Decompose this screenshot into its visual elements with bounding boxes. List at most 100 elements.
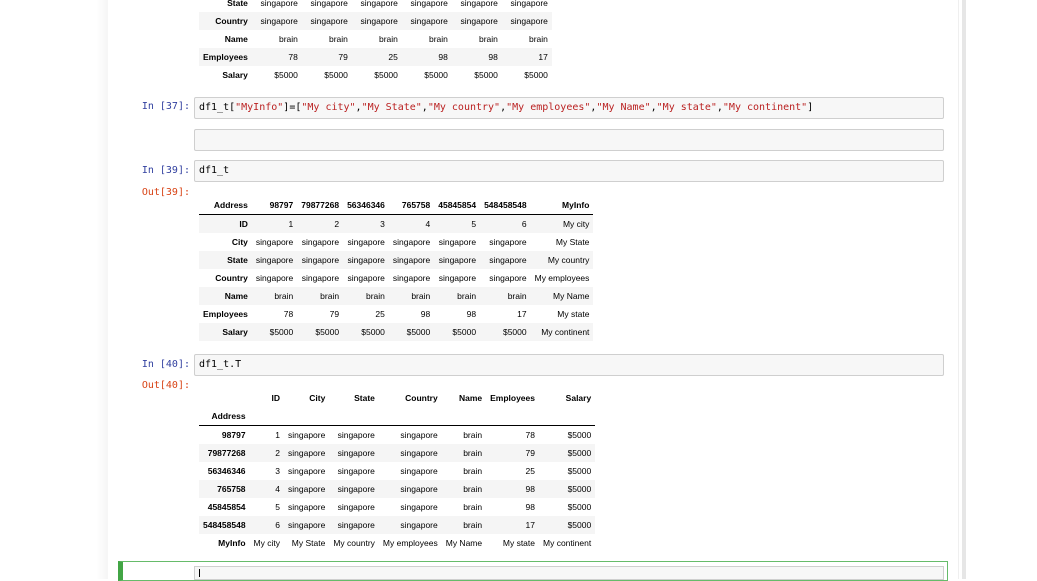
row-label: City: [231, 237, 248, 247]
table-cell: singapore: [255, 273, 294, 283]
table-cell: singapore: [284, 480, 330, 498]
table-cell: 6: [249, 516, 284, 534]
code-input-new[interactable]: [194, 566, 944, 580]
table-cell: $5000: [539, 444, 596, 462]
table-cell: 25: [351, 48, 402, 66]
row-label: 765758: [199, 480, 250, 498]
table-cell: 3: [275, 466, 280, 476]
column-header: Address: [199, 196, 252, 215]
table-cell: brain: [463, 502, 483, 512]
table-cell: singapore: [400, 430, 438, 440]
table-cell: My state: [502, 538, 535, 548]
table-cell: $5000: [297, 323, 344, 341]
table-cell: brain: [441, 480, 487, 498]
table-row: Country singapore singapore singapore singap…: [199, 12, 552, 30]
code-input-empty[interactable]: [194, 129, 944, 151]
table-cell: $5000: [251, 323, 298, 341]
table-cell: 17: [517, 309, 527, 319]
table-cell: singapore: [510, 0, 548, 8]
table-cell: singapore: [251, 251, 298, 269]
empty-header: [249, 407, 284, 426]
table-cell: brain: [343, 287, 389, 305]
table-cell: singapore: [337, 466, 375, 476]
table-cell: brain: [463, 466, 483, 476]
table-cell: $5000: [374, 70, 398, 80]
table-cell: brain: [528, 34, 548, 44]
table-cell: 78: [525, 430, 535, 440]
empty-header: [486, 407, 539, 426]
table-cell: singapore: [438, 237, 477, 247]
table-cell: singapore: [392, 237, 431, 247]
code-token: ]: [807, 102, 814, 113]
row-label: Salary: [199, 323, 252, 341]
table-cell: singapore: [329, 444, 379, 462]
table-cell: 4: [249, 480, 284, 498]
table-cell: 98: [401, 48, 452, 66]
column-header: 98797: [251, 196, 298, 215]
table-cell: My country: [333, 538, 375, 548]
code-string: "My employees": [506, 102, 591, 113]
column-header: 765758: [388, 196, 435, 215]
table-cell: singapore: [337, 430, 375, 440]
table-cell: brain: [480, 287, 531, 305]
index-name: Address: [199, 407, 250, 426]
table-cell: singapore: [410, 0, 448, 8]
table-cell: $5000: [474, 70, 498, 80]
row-label: Country: [199, 12, 252, 30]
table-cell: 4: [388, 214, 435, 233]
table-cell: singapore: [451, 12, 502, 30]
table-cell: 6: [480, 214, 531, 233]
table-row: 45845854 5 singapore singapore singapore brai…: [199, 498, 595, 516]
row-label: Name: [224, 34, 248, 44]
column-header: Country: [405, 393, 438, 403]
column-header: 548458548: [480, 196, 531, 215]
table-cell: 17: [486, 516, 539, 534]
code-list: "My city","My State","My country","My em…: [301, 102, 807, 113]
row-label: 98797: [221, 430, 246, 440]
column-header: State: [354, 393, 375, 403]
output-prompt-40: Out[40]:: [141, 380, 190, 391]
notebook-scrollbar[interactable]: [962, 0, 966, 579]
column-header: 79877268: [297, 196, 344, 215]
table-row: 98797 1 singapore singapore singapore brain 78…: [199, 426, 595, 445]
table-cell: 98: [486, 480, 539, 498]
table-cell: My state: [557, 309, 590, 319]
table-cell: brain: [297, 287, 344, 305]
table-cell: brain: [278, 34, 298, 44]
table-cell: brain: [251, 287, 298, 305]
table-cell: singapore: [400, 466, 438, 476]
code-input-39[interactable]: df1_t: [194, 160, 944, 182]
table-cell: 79: [301, 48, 352, 66]
table-cell: singapore: [329, 480, 379, 498]
table-cell: $5000: [524, 70, 548, 80]
row-label: Salary: [222, 70, 248, 80]
table-cell: singapore: [378, 480, 442, 498]
column-header: 45845854: [434, 196, 481, 215]
table-cell: singapore: [251, 12, 302, 30]
table-row: Name brain brain brain brain brain brain: [199, 30, 552, 48]
row-label: Employees: [199, 48, 252, 66]
row-label: Name: [199, 287, 252, 305]
table-cell: brain: [428, 34, 448, 44]
code-string: "My continent": [722, 102, 808, 113]
table-cell: brain: [434, 287, 481, 305]
table-cell: singapore: [347, 273, 385, 283]
code-input-40[interactable]: df1_t.T: [194, 354, 944, 376]
table-cell: singapore: [297, 251, 344, 269]
code-input-37[interactable]: df1_t["MyInfo"]=["My city","My State","M…: [194, 97, 944, 119]
empty-header: [378, 407, 442, 426]
column-header: 56346346: [343, 196, 389, 215]
table-cell: singapore: [489, 237, 527, 247]
column-header: Employees: [490, 393, 535, 403]
table-row: Employees 78 79 25 98 98 17: [199, 48, 552, 66]
table-cell: singapore: [343, 251, 389, 269]
table-cell: singapore: [310, 0, 348, 8]
row-label: Employees: [203, 309, 248, 319]
table-cell: singapore: [501, 12, 552, 30]
table-cell: 3: [343, 214, 389, 233]
table-cell: 98: [420, 309, 431, 319]
table-cell: 78: [251, 48, 302, 66]
table-cell: $5000: [388, 323, 435, 341]
row-label: MyInfo: [218, 538, 246, 548]
table-cell: 1: [251, 214, 298, 233]
